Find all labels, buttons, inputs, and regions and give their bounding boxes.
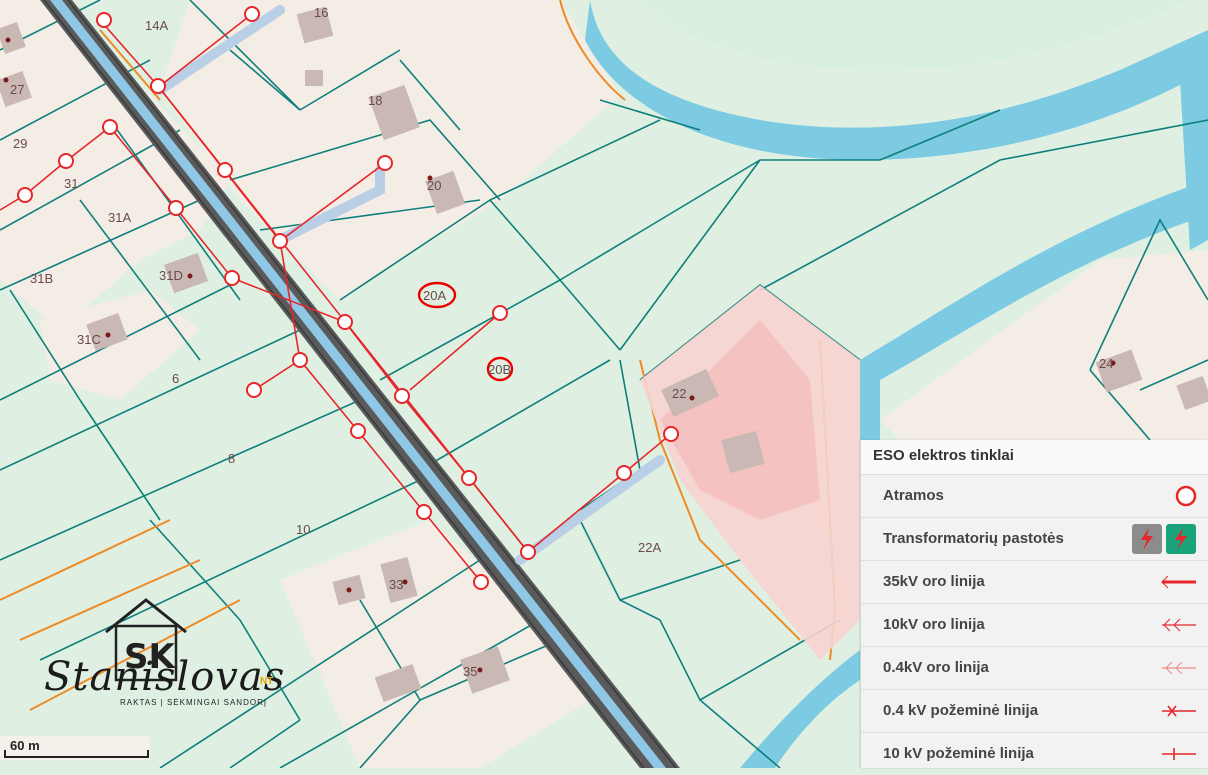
legend-item-substations[interactable]: Transformatorių pastotės	[861, 518, 1208, 561]
legend-item-label: 10kV oro linija	[883, 616, 985, 633]
legend-item-10kv-underground[interactable]: 10 kV požeminė linija	[861, 733, 1208, 775]
line-35kv-icon	[1161, 575, 1196, 589]
plot-label-27: 27	[10, 82, 24, 97]
scale-label: 60 m	[10, 738, 40, 753]
plot-label-33: 33	[389, 577, 403, 592]
plot-label-29: 29	[13, 136, 27, 151]
legend-item-35kv[interactable]: 35kV oro linija	[861, 561, 1208, 604]
legend-item-10kv[interactable]: 10kV oro linija	[861, 604, 1208, 647]
scale-tick-right	[147, 750, 149, 757]
line-04kv-icon	[1162, 661, 1196, 675]
plot-label-24: 24	[1099, 356, 1113, 371]
plot-label-22: 22	[672, 386, 686, 401]
plot-label-31D: 31D	[159, 268, 183, 283]
scale-tick-left	[4, 750, 6, 757]
plot-label-8: 8	[228, 451, 235, 466]
line-10kv-icon	[1162, 618, 1196, 632]
legend-item-label: 10 kV požeminė linija	[883, 745, 1034, 762]
plot-label-31B: 31B	[30, 271, 53, 286]
substation-icon	[1132, 524, 1196, 554]
circle-support-icon	[1175, 485, 1197, 507]
plot-label-35: 35	[463, 664, 477, 679]
plot-label-31: 31	[64, 176, 78, 191]
legend-item-04kv-underground[interactable]: 0.4 kV požeminė linija	[861, 690, 1208, 733]
plot-label-20A: 20A	[423, 288, 446, 303]
company-logo: SK Stanislovas NT RAKTAS | SĖKMINGAI SAN…	[36, 592, 296, 722]
plot-label-14A: 14A	[145, 18, 168, 33]
legend-panel: ESO elektros tinklai Atramos Transformat…	[861, 440, 1208, 768]
legend-item-04kv[interactable]: 0.4kV oro linija	[861, 647, 1208, 690]
plot-label-31A: 31A	[108, 210, 131, 225]
logo-nt: NT	[260, 676, 274, 687]
underground-04kv-icon	[1162, 705, 1196, 717]
legend-item-label: Transformatorių pastotės	[883, 530, 1064, 547]
legend-item-supports[interactable]: Atramos	[861, 475, 1208, 518]
plot-label-16: 16	[314, 5, 328, 20]
plot-label-31C: 31C	[77, 332, 101, 347]
legend-item-label: 35kV oro linija	[883, 573, 985, 590]
scale-line	[4, 756, 149, 758]
plot-label-20: 20	[427, 178, 441, 193]
underground-10kv-icon	[1162, 748, 1196, 760]
legend-item-label: 0.4 kV požeminė linija	[883, 702, 1039, 719]
plot-label-22A: 22A	[638, 540, 661, 555]
plot-label-18: 18	[368, 93, 382, 108]
legend-title: ESO elektros tinklai	[861, 440, 1208, 475]
plot-label-10: 10	[296, 522, 310, 537]
logo-script: Stanislovas	[44, 654, 286, 700]
legend-item-label: 0.4kV oro linija	[883, 659, 989, 676]
plot-label-20B: 20B	[488, 362, 511, 377]
logo-subtitle: RAKTAS | SĖKMINGAI SANDORĮ	[120, 698, 268, 707]
plot-label-6: 6	[172, 371, 179, 386]
legend-item-label: Atramos	[883, 487, 944, 504]
scale-bar: 60 m	[0, 736, 150, 760]
